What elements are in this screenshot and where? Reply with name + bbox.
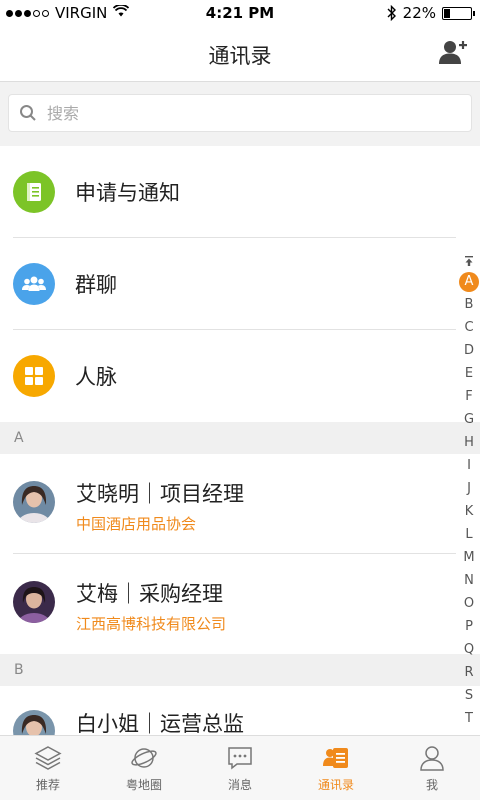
index-letter-s[interactable]: S [458, 684, 480, 707]
index-letter-m[interactable]: M [458, 546, 480, 569]
group-icon [13, 263, 55, 305]
index-letter-label: K [464, 504, 474, 519]
section-header-a: A [0, 422, 480, 454]
index-letter-label: O [463, 596, 475, 611]
tab-me[interactable]: 我 [384, 736, 480, 800]
index-letter-t[interactable]: T [458, 707, 480, 730]
connections-item[interactable]: 人脉 [0, 330, 480, 422]
index-letter-b[interactable]: B [458, 293, 480, 316]
battery-fill [444, 8, 450, 18]
tab-label: 通讯录 [317, 778, 354, 792]
index-letter-o[interactable]: O [458, 592, 480, 615]
index-letter-label: A [459, 271, 479, 292]
add-user-icon [439, 41, 467, 64]
avatar [13, 581, 55, 623]
bluetooth-icon [387, 5, 396, 21]
index-letter-f[interactable]: F [458, 385, 480, 408]
index-letter-label: Q [463, 642, 475, 657]
index-letter-i[interactable]: I [458, 454, 480, 477]
index-letter-label: J [467, 481, 471, 496]
index-letter-label: B [464, 297, 474, 312]
contact-name: 白小姐｜运营总监 [76, 712, 244, 736]
tab-circle[interactable]: 粤地圈 [96, 736, 192, 800]
contact-row[interactable]: 艾晓明｜项目经理 中国酒店用品协会 [0, 454, 480, 554]
tab-messages[interactable]: 消息 [192, 736, 288, 800]
index-letter-label: N [464, 573, 474, 588]
fixed-list: 申请与通知 群聊 人脉 [0, 146, 480, 422]
index-letter-label: G [463, 412, 475, 427]
person-icon [420, 746, 444, 771]
index-letter-r[interactable]: R [458, 661, 480, 684]
search-bar[interactable] [8, 94, 472, 132]
search-icon [20, 105, 36, 121]
index-letter-h[interactable]: H [458, 431, 480, 454]
applications-notifications-item[interactable]: 申请与通知 [0, 146, 480, 238]
notebook-icon [13, 171, 55, 213]
battery-icon [442, 6, 475, 20]
group-chat-item[interactable]: 群聊 [0, 238, 480, 330]
item-label: 申请与通知 [75, 181, 180, 205]
index-letter-c[interactable]: C [458, 316, 480, 339]
page-title: 通讯录 [208, 44, 272, 68]
tab-label: 我 [425, 778, 438, 792]
index-letter-label: F [465, 389, 473, 404]
index-letter-g[interactable]: G [458, 408, 480, 431]
index-letter-label: C [464, 320, 474, 335]
nav-bar: 通讯录 [0, 26, 480, 82]
index-letter-p[interactable]: P [458, 615, 480, 638]
section-header-b: B [0, 654, 480, 686]
search-area [0, 82, 480, 146]
index-letter-e[interactable]: E [458, 362, 480, 385]
item-label: 人脉 [75, 365, 117, 389]
index-letter-label: M [463, 550, 475, 565]
contact-company: 江西高博科技有限公司 [76, 615, 227, 633]
index-letter-label: D [463, 343, 474, 358]
index-letter-a[interactable]: A [458, 270, 480, 293]
tab-label: 推荐 [35, 778, 60, 792]
tab-label: 消息 [227, 778, 252, 792]
index-letter-n[interactable]: N [458, 569, 480, 592]
alphabet-index-bar[interactable]: ABCDEFGHIJKLMNOPQRST [458, 252, 480, 730]
tab-label: 粤地圈 [125, 778, 162, 792]
index-letter-d[interactable]: D [458, 339, 480, 362]
index-letter-label: S [464, 688, 474, 703]
tab-recommend[interactable]: 推荐 [0, 736, 96, 800]
index-letter-label: E [464, 366, 474, 381]
index-letter-label: L [465, 527, 473, 542]
layers-icon [34, 746, 62, 770]
index-letter-label: I [467, 458, 471, 473]
index-letter-label: H [464, 435, 474, 450]
scroll-top-icon[interactable] [458, 252, 480, 270]
contact-name: 艾梅｜采购经理 [76, 582, 223, 606]
index-letter-q[interactable]: Q [458, 638, 480, 661]
index-letter-k[interactable]: K [458, 500, 480, 523]
chat-icon [228, 747, 252, 770]
planet-icon [131, 748, 157, 768]
index-letter-j[interactable]: J [458, 477, 480, 500]
status-right: 22% [387, 4, 475, 22]
add-contact-button[interactable] [438, 38, 468, 68]
status-bar: VIRGIN 4:21 PM 22% [0, 0, 480, 26]
item-label: 群聊 [75, 273, 117, 297]
contact-name: 艾晓明｜项目经理 [76, 482, 244, 506]
contact-company: 中国酒店用品协会 [76, 515, 197, 533]
index-letter-label: T [465, 711, 473, 726]
avatar [13, 481, 55, 523]
tab-contacts[interactable]: 通讯录 [288, 736, 384, 800]
tab-bar: 推荐 粤地圈 消息 通讯录 我 [0, 735, 480, 800]
contacts-icon [323, 748, 348, 768]
search-input[interactable] [47, 103, 427, 123]
index-letter-label: R [464, 665, 474, 680]
grid-icon [13, 355, 55, 397]
battery-percent: 22% [402, 4, 436, 22]
index-letter-l[interactable]: L [458, 523, 480, 546]
contact-row[interactable]: 艾梅｜采购经理 江西高博科技有限公司 [0, 554, 480, 654]
index-letter-label: P [465, 619, 473, 634]
